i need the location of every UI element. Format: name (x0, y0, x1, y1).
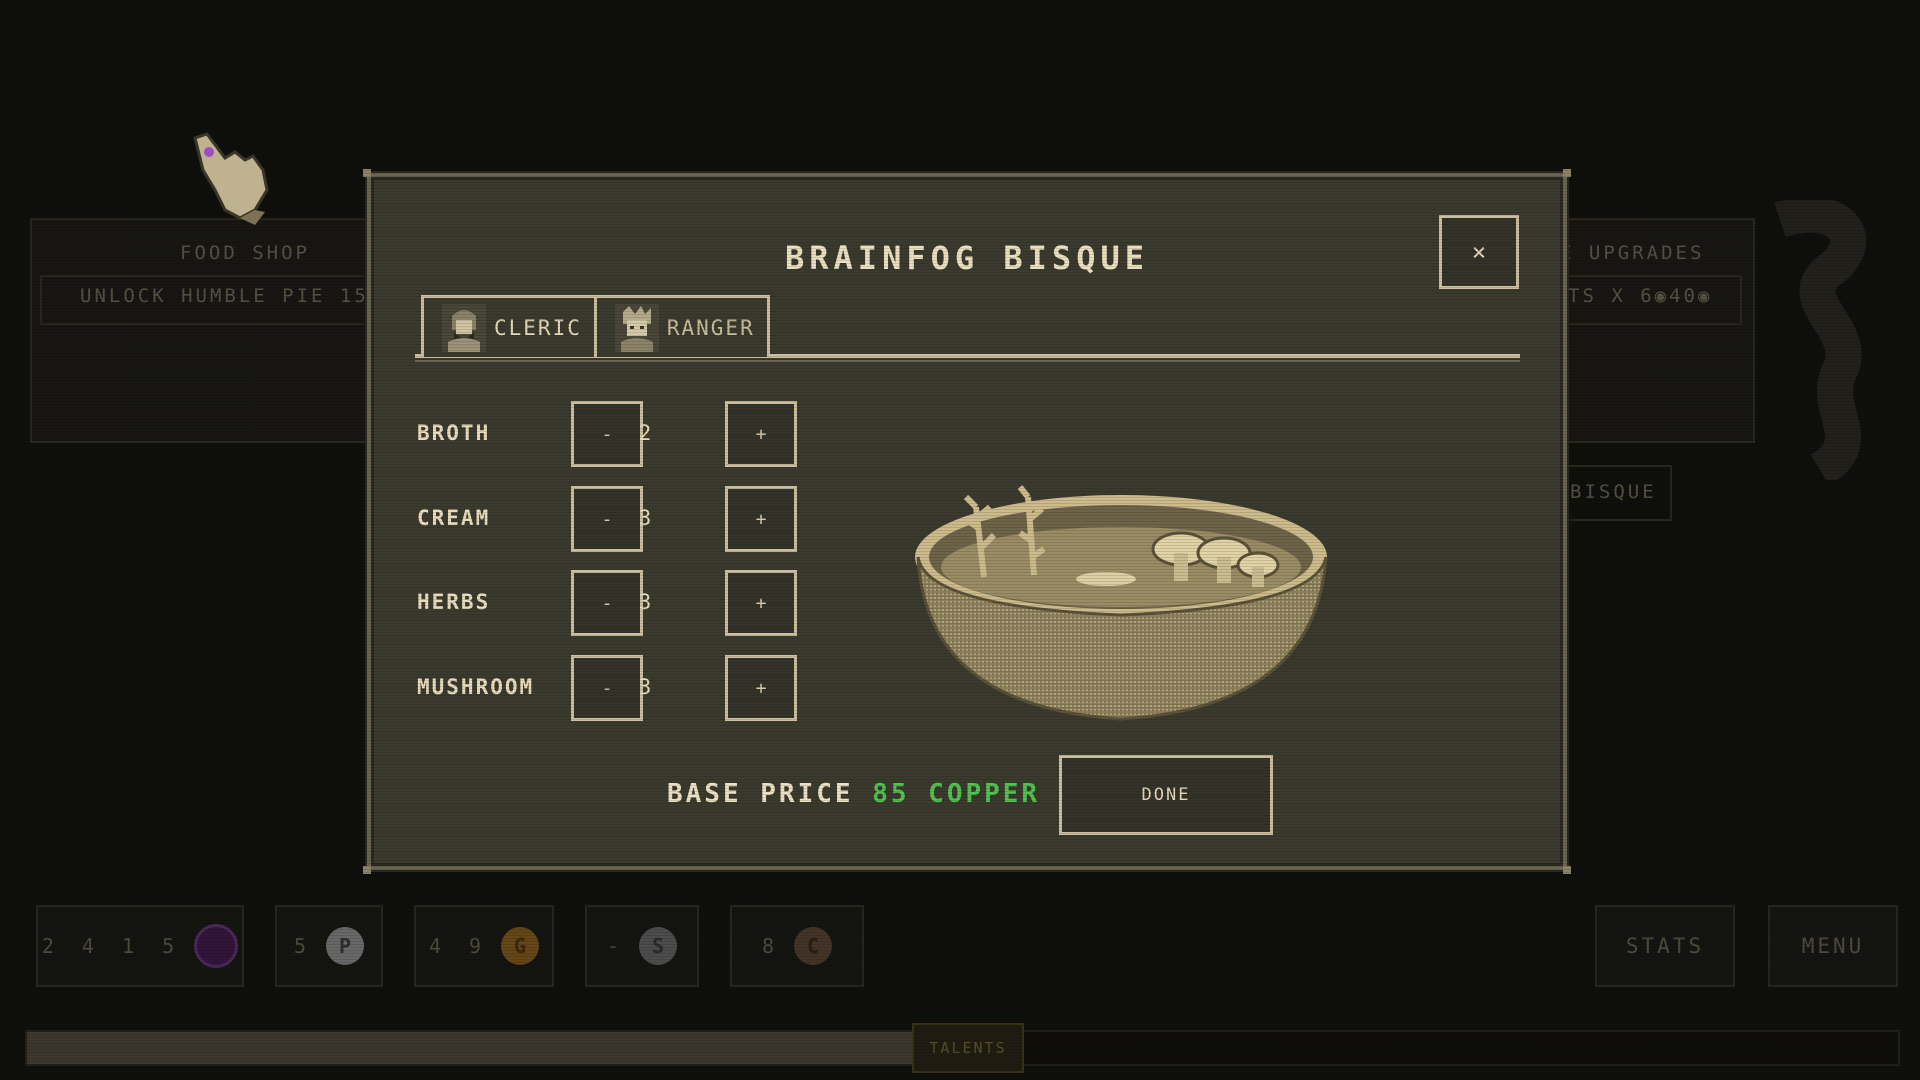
broth-quantity: 2 (638, 421, 652, 445)
close-button[interactable]: × (1439, 215, 1519, 289)
ingredient-label: MUSHROOM (417, 675, 535, 699)
frame-corner (1563, 866, 1571, 874)
pointer-hand-icon (193, 132, 269, 225)
ingredient-label: CREAM (417, 506, 491, 530)
herbs-increase-button[interactable]: + (725, 570, 797, 636)
frame-corner (363, 866, 371, 874)
tab-ranger[interactable]: RANGER (593, 295, 770, 357)
frame-corner (363, 169, 371, 177)
ranger-portrait-icon (614, 303, 659, 352)
cream-increase-button[interactable]: + (725, 486, 797, 552)
ingredient-row-herbs: HERBS - 3 + (417, 570, 797, 636)
ingredient-row-broth: BROTH - 2 + (417, 401, 797, 467)
soup-bowl-icon (915, 485, 1328, 721)
mushroom-quantity: 3 (638, 675, 652, 699)
tab-divider-shadow (415, 360, 1520, 362)
ingredient-label: HERBS (417, 590, 491, 614)
base-price-value: 85 COPPER (872, 779, 1041, 809)
tab-cleric[interactable]: CLERIC (421, 295, 597, 357)
ingredient-row-mushroom: MUSHROOM - 3 + (417, 655, 797, 721)
mushroom-increase-button[interactable]: + (725, 655, 797, 721)
base-price-label: BASE PRICE (667, 779, 854, 809)
cream-quantity: 3 (638, 506, 652, 530)
close-icon: × (1471, 238, 1487, 266)
frame-corner (1563, 169, 1571, 177)
recipe-dialog: BRAINFOG BISQUE × CLERIC RANGER BROTH - … (363, 169, 1571, 874)
ingredient-label: BROTH (417, 421, 491, 445)
character-tabs: CLERIC RANGER (421, 295, 770, 357)
cleric-portrait-icon (442, 303, 486, 352)
base-price: BASE PRICE 85 COPPER (667, 779, 1040, 809)
broth-increase-button[interactable]: + (725, 401, 797, 467)
recipe-title: BRAINFOG BISQUE (785, 239, 1149, 277)
done-button[interactable]: DONE (1059, 755, 1273, 835)
ingredient-row-cream: CREAM - 3 + (417, 486, 797, 552)
herbs-quantity: 3 (638, 590, 652, 614)
tab-cleric-label: CLERIC (494, 315, 582, 340)
tab-ranger-label: RANGER (666, 315, 755, 340)
